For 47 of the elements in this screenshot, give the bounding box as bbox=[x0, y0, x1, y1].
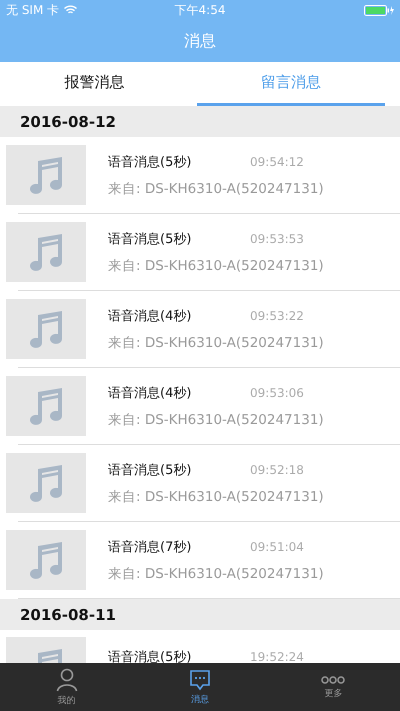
tab-bar-item[interactable]: 更多 bbox=[266, 663, 400, 711]
music-note-icon bbox=[28, 386, 64, 426]
music-note-icon bbox=[28, 463, 64, 503]
message-time: 19:52:24 bbox=[250, 650, 304, 663]
carrier-text: 无 SIM 卡 bbox=[6, 2, 60, 18]
message-row[interactable]: 语音消息(5秒) 19:52:24 bbox=[0, 630, 400, 663]
wifi-icon bbox=[64, 5, 78, 15]
date-header: 2016-08-11 bbox=[0, 599, 400, 630]
music-note-icon bbox=[28, 309, 64, 349]
message-row[interactable]: 语音消息(7秒) 09:51:04 来自: DS-KH6310-A(520247131) bbox=[0, 522, 400, 598]
message-row[interactable]: 语音消息(5秒) 09:52:18 来自: DS-KH6310-A(520247131) bbox=[0, 445, 400, 521]
music-note-icon bbox=[28, 155, 64, 195]
message-title: 语音消息(5秒) bbox=[108, 462, 192, 478]
date-header: 2016-08-12 bbox=[0, 106, 400, 137]
music-note-icon bbox=[28, 540, 64, 580]
music-note-icon bbox=[28, 232, 64, 272]
tab-bar-item[interactable]: 消息 bbox=[133, 663, 267, 711]
message-source: 来自: DS-KH6310-A(520247131) bbox=[108, 256, 324, 274]
tab-bar-item[interactable]: 我的 bbox=[0, 663, 134, 711]
message-title: 语音消息(5秒) bbox=[108, 230, 192, 248]
message-source: 来自: DS-KH6310-A(520247131) bbox=[108, 564, 324, 582]
message-time: 09:52:18 bbox=[250, 462, 304, 476]
message-time: 09:53:53 bbox=[250, 232, 304, 246]
message-source: 来自: DS-KH6310-A(520247131) bbox=[108, 488, 324, 506]
message-source: 来自: DS-KH6310-A(520247131) bbox=[108, 180, 324, 198]
message-row[interactable]: 语音消息(4秒) 09:53:06 来自: DS-KH6310-A(520247131) bbox=[0, 368, 400, 444]
message-row[interactable]: 语音消息(5秒) 09:53:53 来自: DS-KH6310-A(520247131) bbox=[0, 214, 400, 290]
nav-title: 消息 bbox=[183, 30, 217, 52]
tab[interactable]: 报警消息 bbox=[0, 62, 188, 106]
more-icon bbox=[321, 674, 346, 684]
message-time: 09:54:12 bbox=[250, 154, 304, 168]
person-icon bbox=[56, 668, 78, 692]
message-title: 语音消息(5秒) bbox=[108, 154, 192, 170]
message-title: 语音消息(7秒) bbox=[108, 538, 192, 556]
battery-icon bbox=[364, 4, 394, 16]
message-title: 语音消息(4秒) bbox=[108, 308, 192, 324]
message-row[interactable]: 语音消息(4秒) 09:53:22 来自: DS-KH6310-A(520247131) bbox=[0, 291, 400, 367]
message-time: 09:51:04 bbox=[250, 540, 304, 554]
message-title: 语音消息(5秒) bbox=[108, 649, 192, 663]
clock-text: 下午4:54 bbox=[174, 2, 226, 18]
message-time: 09:53:22 bbox=[250, 308, 304, 322]
message-time: 09:53:06 bbox=[250, 386, 304, 400]
message-title: 语音消息(4秒) bbox=[108, 384, 192, 402]
message-source: 来自: DS-KH6310-A(520247131) bbox=[108, 334, 324, 352]
message-row[interactable]: 语音消息(5秒) 09:54:12 来自: DS-KH6310-A(520247131) bbox=[0, 137, 400, 213]
message-source: 来自: DS-KH6310-A(520247131) bbox=[108, 410, 324, 428]
chat-icon bbox=[188, 668, 211, 690]
